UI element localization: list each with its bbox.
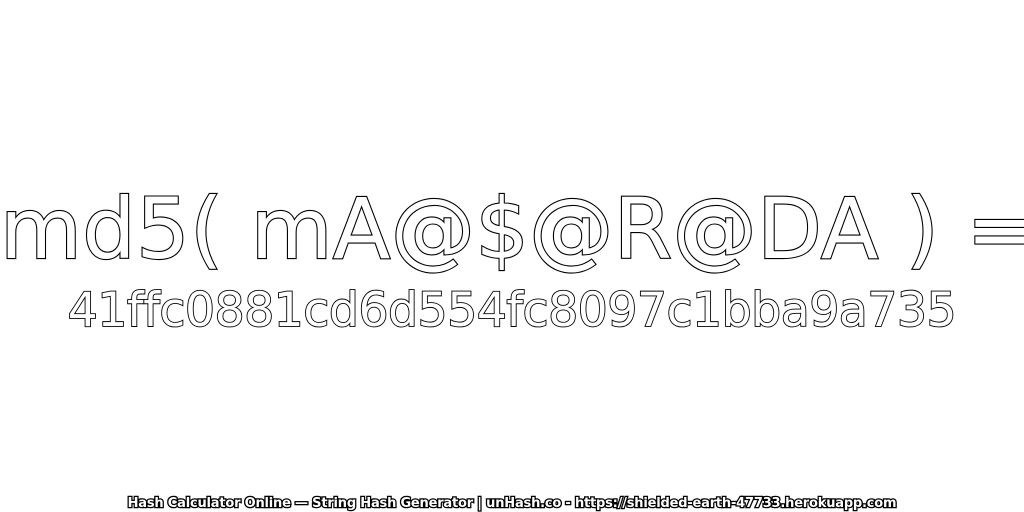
hash-expression: md5( mA@$@R@DA ) =	[0, 180, 1024, 278]
hash-result: 41ffc0881cd6d554fc8097c1bba9a735	[67, 283, 958, 338]
footer-credit: Hash Calculator Online — String Hash Gen…	[126, 496, 898, 512]
